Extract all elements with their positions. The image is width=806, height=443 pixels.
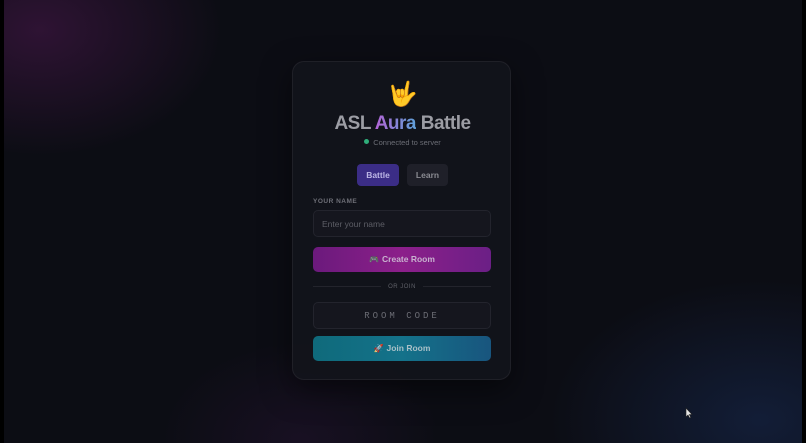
create-room-label: Create Room	[382, 254, 435, 264]
title-battle: Battle	[420, 113, 471, 134]
join-room-label: Join Room	[386, 343, 431, 353]
divider-text: OR JOIN	[388, 284, 416, 290]
title-asl: ASL	[334, 113, 371, 134]
connection-status: Connected to server	[293, 138, 512, 148]
status-dot-icon	[364, 139, 370, 144]
divider-line-right	[423, 286, 491, 287]
lobby-card: 🤟 ASL Aura Battle Connected to server Ba…	[292, 61, 511, 380]
mode-tabs: Battle Learn	[357, 164, 448, 186]
or-join-divider: OR JOIN	[313, 282, 491, 292]
rocket-icon: 🚀	[373, 344, 384, 353]
tab-battle[interactable]: Battle	[357, 164, 399, 186]
join-room-button[interactable]: 🚀 Join Room	[313, 336, 491, 361]
screen-edge-left	[0, 0, 4, 443]
app-title: ASL Aura Battle	[293, 112, 512, 136]
status-text: Connected to server	[373, 138, 441, 147]
app-screen: 🤟 ASL Aura Battle Connected to server Ba…	[0, 0, 806, 443]
screen-edge-right	[802, 0, 806, 443]
room-code-input[interactable]	[313, 302, 491, 329]
name-field-label: YOUR NAME	[313, 198, 358, 205]
name-input[interactable]	[313, 210, 491, 237]
title-aura: Aura	[374, 113, 417, 134]
create-room-button[interactable]: 🎮 Create Room	[313, 247, 491, 272]
ily-hand-sign-icon: 🤟	[387, 81, 418, 108]
game-controller-icon: 🎮	[369, 255, 380, 264]
mouse-pointer-icon	[685, 407, 693, 419]
tab-learn[interactable]: Learn	[407, 164, 448, 186]
